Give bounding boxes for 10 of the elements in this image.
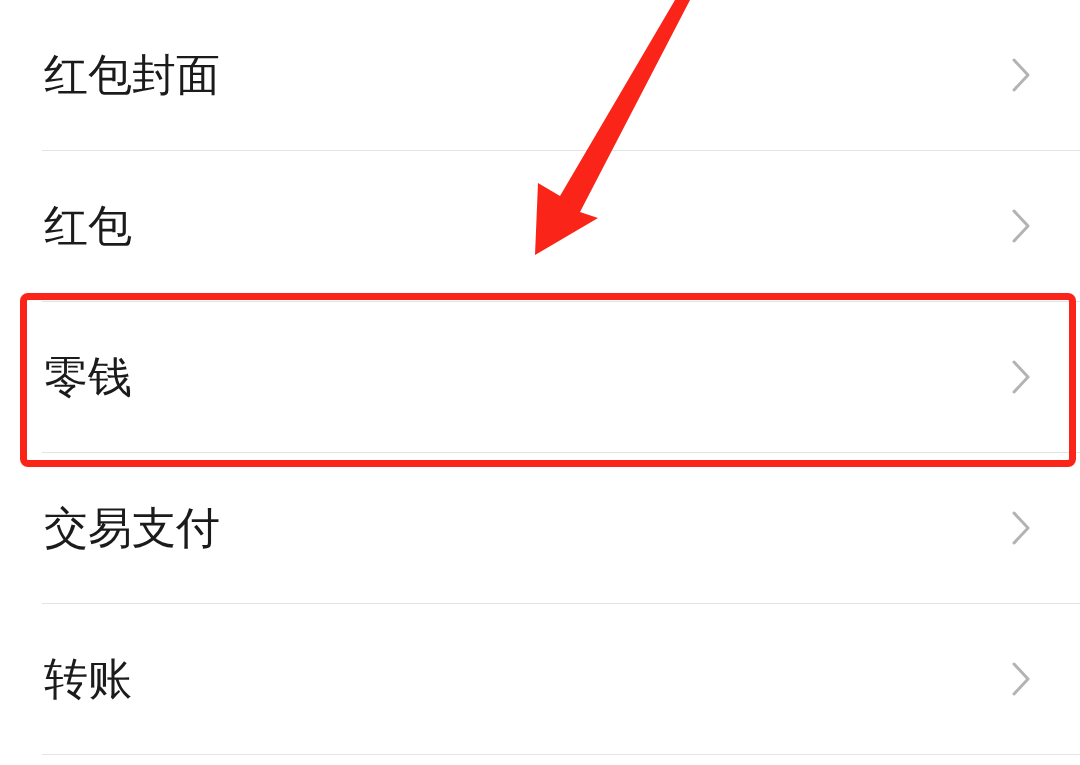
menu-item[interactable]: 红包封面	[0, 25, 1080, 125]
chevron-right-icon	[1012, 662, 1030, 696]
menu-item[interactable]: 红包	[0, 176, 1080, 276]
menu-item[interactable]: 转账	[0, 629, 1080, 729]
menu-item[interactable]: 零钱	[0, 327, 1080, 427]
chevron-right-icon	[1012, 209, 1030, 243]
chevron-right-icon	[1012, 58, 1030, 92]
chevron-right-icon	[1012, 511, 1030, 545]
menu-item[interactable]: 交易支付	[0, 478, 1080, 578]
chevron-right-icon	[1012, 360, 1030, 394]
